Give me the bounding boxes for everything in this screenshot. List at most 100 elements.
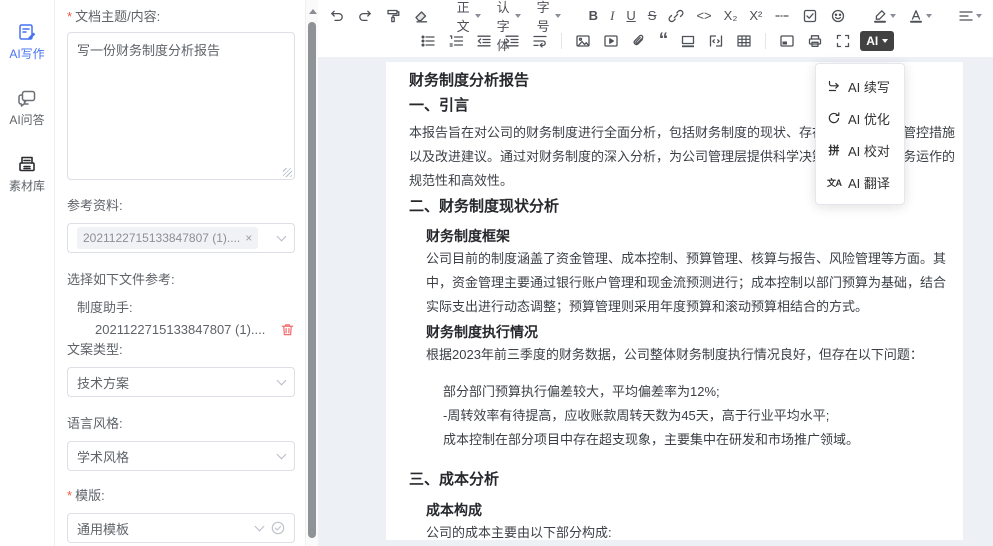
scroll-up-arrow-icon[interactable] xyxy=(309,5,317,14)
reference-file-row: 2021122715133847807 (1).... xyxy=(67,322,295,337)
generation-form-panel: * 文档主题/内容: 写一份财务制度分析报告 参考资料: 20211227151… xyxy=(55,0,305,546)
required-mark: * xyxy=(67,487,72,505)
bold-button[interactable]: B xyxy=(586,6,601,25)
caret-down-icon xyxy=(976,14,982,21)
menu-item-ai-optimize[interactable]: AI 优化 xyxy=(816,102,904,134)
sidebar-item-material-library[interactable]: 素材库 xyxy=(9,154,45,194)
scrollbar-thumb[interactable] xyxy=(308,22,316,538)
reference-select[interactable]: 2021122715133847807 (1).... × xyxy=(67,223,295,253)
editor-area: 正文 默认字体 字号 B I U S <> X₂ X² xyxy=(318,0,993,546)
caret-down-icon xyxy=(926,14,932,21)
toolbar-divider xyxy=(765,33,766,49)
link-button[interactable] xyxy=(665,6,687,26)
inline-code-button[interactable]: <> xyxy=(693,6,714,25)
outdent-icon xyxy=(476,33,492,49)
font-color-icon xyxy=(908,8,924,24)
indent-button[interactable] xyxy=(501,31,523,51)
topic-label: * 文档主题/内容: xyxy=(67,8,295,26)
editor-toolbar: 正文 默认字体 字号 B I U S <> X₂ X² xyxy=(318,0,993,58)
reference-file-name: 2021122715133847807 (1).... xyxy=(95,322,280,337)
undo-icon xyxy=(329,8,345,24)
textarea-resize-handle[interactable] xyxy=(283,168,292,177)
outdent-button[interactable] xyxy=(473,31,495,51)
format-painter-icon xyxy=(385,8,401,24)
font-color-button[interactable] xyxy=(905,6,935,26)
undo-button[interactable] xyxy=(326,6,348,26)
chat-bubbles-icon xyxy=(17,88,37,108)
side-panel-button[interactable] xyxy=(776,31,798,51)
tag-close-icon[interactable]: × xyxy=(245,231,252,245)
superscript-button[interactable]: X² xyxy=(746,6,765,25)
blockquote-button[interactable]: “ xyxy=(656,34,672,47)
sidebar-item-label: AI问答 xyxy=(9,111,44,128)
printer-icon xyxy=(807,33,823,49)
required-mark: * xyxy=(67,8,72,26)
emoji-button[interactable] xyxy=(827,6,849,26)
clear-format-button[interactable] xyxy=(410,6,432,26)
caret-down-icon xyxy=(882,39,888,46)
template-label: * 模版: xyxy=(67,487,295,505)
language-style-label: 语言风格: xyxy=(67,415,295,433)
redo-icon xyxy=(357,8,373,24)
caret-down-icon xyxy=(515,14,521,21)
doc-subheading: 成本构成 xyxy=(409,499,955,521)
doc-list-item: -周转效率有待提高，应收账款周转天数为45天，高于行业平均水平; xyxy=(409,404,955,428)
fullscreen-button[interactable] xyxy=(832,31,854,51)
code-block-icon xyxy=(708,33,724,49)
copy-type-select[interactable]: 技术方案 xyxy=(67,367,295,397)
divider-block-button[interactable] xyxy=(677,31,699,51)
sidebar-item-ai-writing[interactable]: AI写作 xyxy=(9,22,44,62)
insert-table-button[interactable] xyxy=(733,31,755,51)
redo-button[interactable] xyxy=(354,6,376,26)
insert-image-button[interactable] xyxy=(572,31,594,51)
task-list-button[interactable] xyxy=(799,6,821,26)
sidebar-item-ai-qa[interactable]: AI问答 xyxy=(9,88,44,128)
highlight-color-button[interactable] xyxy=(869,6,899,26)
menu-item-ai-continue[interactable]: AI 续写 xyxy=(816,70,904,102)
file-reference-section-label: 选择如下文件参考: xyxy=(67,271,295,289)
ordered-list-button[interactable] xyxy=(445,31,467,51)
chevron-down-icon xyxy=(277,375,287,385)
ai-tools-button[interactable]: AI xyxy=(860,31,894,51)
horizontal-rule-icon xyxy=(774,8,790,24)
reference-file-tag: 2021122715133847807 (1).... × xyxy=(77,227,258,249)
app-window: AI写作 AI问答 素材库 * 文档主题/内容: 写一份财务制度分析报告 参考资… xyxy=(0,0,993,546)
code-block-button[interactable] xyxy=(705,31,727,51)
italic-button[interactable]: I xyxy=(607,6,617,26)
language-style-select[interactable]: 学术风格 xyxy=(67,441,295,471)
doc-subheading: 财务制度框架 xyxy=(409,225,955,247)
menu-item-ai-translate[interactable]: 文A AI 翻译 xyxy=(816,166,904,198)
panel-scrollbar[interactable] xyxy=(305,0,318,546)
chevron-down-icon xyxy=(255,521,265,531)
video-icon xyxy=(603,33,619,49)
menu-item-ai-proofread[interactable]: 拼 AI 校对 xyxy=(816,134,904,166)
underline-button[interactable]: U xyxy=(623,6,638,25)
subscript-button[interactable]: X₂ xyxy=(721,6,741,25)
divider-block-icon xyxy=(680,33,696,49)
insert-video-button[interactable] xyxy=(600,31,622,51)
print-button[interactable] xyxy=(804,31,826,51)
format-painter-button[interactable] xyxy=(382,6,404,26)
bullet-list-button[interactable] xyxy=(417,31,439,51)
link-icon xyxy=(668,8,684,24)
attachment-button[interactable] xyxy=(628,31,650,51)
sidebar-item-label: 素材库 xyxy=(9,177,45,194)
delete-file-icon[interactable] xyxy=(280,322,295,337)
align-button[interactable] xyxy=(955,6,985,26)
doc-heading: 三、成本分析 xyxy=(409,469,955,491)
table-icon xyxy=(736,33,752,49)
check-circle-icon xyxy=(271,521,285,535)
reference-label: 参考资料: xyxy=(67,197,295,215)
strikethrough-button[interactable]: S xyxy=(645,6,660,25)
fullscreen-icon xyxy=(835,33,851,49)
ai-translate-icon: 文A xyxy=(827,176,841,189)
horizontal-rule-button[interactable] xyxy=(771,6,793,26)
line-wrap-button[interactable] xyxy=(529,31,551,51)
topic-input[interactable]: 写一份财务制度分析报告 xyxy=(67,32,295,180)
ai-tools-menu: AI 续写 AI 优化 拼 AI 校对 文A AI 翻译 xyxy=(815,63,905,205)
eraser-icon xyxy=(413,8,429,24)
ai-optimize-icon xyxy=(827,111,841,125)
file-group-label: 制度助手: xyxy=(67,297,295,316)
doc-paragraph: 公司目前的制度涵盖了资金管理、成本控制、预算管理、核算与报告、风险管理等方面。其… xyxy=(409,247,955,319)
template-select[interactable]: 通用模板 xyxy=(67,513,295,543)
